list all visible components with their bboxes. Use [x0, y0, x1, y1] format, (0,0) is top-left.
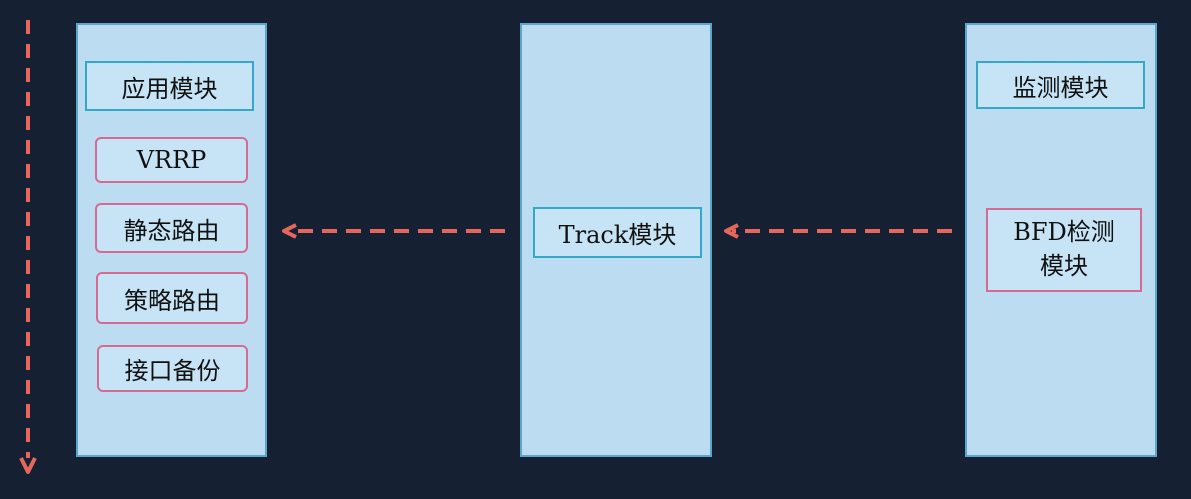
application-module-title: 应用模块	[85, 61, 254, 111]
monitor-module-title: 监测模块	[976, 61, 1145, 109]
static-route-item: 静态路由	[95, 203, 248, 253]
track-module-title: Track模块	[533, 207, 702, 258]
interface-backup-item: 接口备份	[97, 345, 248, 392]
bfd-line-2: 模块	[1040, 252, 1088, 280]
timeline-down-arrow	[19, 20, 37, 474]
monitor-to-track-arrow	[724, 223, 952, 239]
vrrp-item: VRRP	[95, 137, 248, 183]
policy-route-item: 策略路由	[96, 272, 248, 324]
track-to-application-arrow	[282, 223, 505, 239]
bfd-line-1: BFD检测	[1013, 218, 1115, 247]
bfd-detection-module: BFD检测 模块	[986, 208, 1142, 292]
